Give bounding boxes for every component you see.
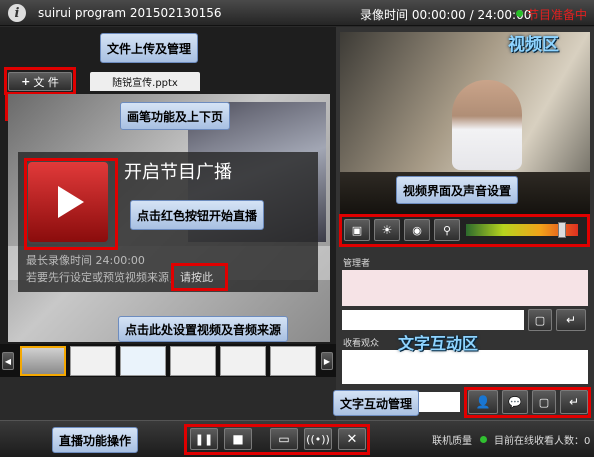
callout-text-manage: 文字互动管理 <box>333 390 420 416</box>
start-highlight <box>24 158 118 250</box>
callout-red-button: 点击红色按钮开始直播 <box>130 200 265 230</box>
info-icon[interactable]: i <box>8 4 26 22</box>
slide-thumbnail[interactable] <box>120 346 166 376</box>
triangle-left-icon: ◀ <box>4 356 12 366</box>
callout-text-manage-text: 文字互动管理 <box>340 396 413 411</box>
slide-thumbnail[interactable] <box>70 346 116 376</box>
callout-red-button-text: 点击红色按钮开始直播 <box>137 208 258 223</box>
slide-thumbnail[interactable] <box>20 346 66 376</box>
triangle-right-icon: ▶ <box>323 356 331 366</box>
callout-file-upload: 文件上传及管理 <box>100 33 199 63</box>
enter-icon: ↵ <box>565 313 577 327</box>
record-elapsed: 00:00:00 <box>411 8 466 22</box>
audience-message-box[interactable] <box>342 350 588 384</box>
max-record-text: 最长录像时间 24:00:00 <box>26 254 145 267</box>
callout-file-upload-text: 文件上传及管理 <box>107 41 192 56</box>
live-ops-highlight <box>184 424 370 455</box>
audience-label: 收看观众 <box>343 339 380 349</box>
record-total: 24:00:00 <box>477 8 532 22</box>
host-input[interactable] <box>342 310 524 330</box>
text-area-label: 文字互动区 <box>398 334 479 353</box>
video-person <box>452 80 522 170</box>
online-count: 目前在线收看人数：0 <box>494 436 591 447</box>
record-sep: / <box>469 8 474 22</box>
strip-left-button[interactable]: ◀ <box>2 352 14 370</box>
host-label: 管理者 <box>343 259 371 269</box>
title-bar: i suirui program 201502130156 录像时间 00:00… <box>0 0 594 26</box>
strip-right-button[interactable]: ▶ <box>321 352 333 370</box>
callout-pen-function-text: 画笔功能及上下页 <box>127 109 224 124</box>
host-send-button[interactable]: ↵ <box>556 309 586 331</box>
host-clear-button[interactable]: ▢ <box>528 309 552 331</box>
text-manage-highlight <box>464 387 591 418</box>
callout-live-ops: 直播功能操作 <box>52 427 139 453</box>
video-controls-highlight <box>339 214 590 247</box>
file-tab-label: 随锐宣传.pptx <box>112 78 178 89</box>
status-dot-icon <box>516 10 523 17</box>
press-here-highlight <box>171 263 228 291</box>
app-title: suirui program 201502130156 <box>38 6 222 20</box>
thumbnail-strip: ◀ ▶ <box>0 344 336 377</box>
link-quality-dot-icon <box>480 436 487 443</box>
preview-hint-text: 若要先行设定或预览视频来源， <box>26 271 180 284</box>
status-text: 节目准备中 <box>527 8 588 22</box>
slide-thumbnail[interactable] <box>170 346 216 376</box>
callout-video-settings-text: 视频界面及声音设置 <box>403 183 512 198</box>
square-icon: ▢ <box>534 313 546 327</box>
callout-set-source: 点击此处设置视频及音频来源 <box>118 316 289 342</box>
link-quality-label: 联机质量 <box>432 436 472 447</box>
record-time: 录像时间 00:00:00 / 24:00:00 <box>360 6 531 23</box>
record-label: 录像时间 <box>360 8 409 22</box>
video-area-label: 视频区 <box>508 35 559 55</box>
file-tab[interactable]: 随锐宣传.pptx <box>90 72 200 91</box>
file-highlight <box>4 67 76 95</box>
host-message-box[interactable] <box>342 270 588 306</box>
slide-thumbnail[interactable] <box>270 346 316 376</box>
callout-live-ops-text: 直播功能操作 <box>59 433 132 448</box>
broadcast-title: 开启节目广播 <box>124 162 232 183</box>
callout-video-settings: 视频界面及声音设置 <box>396 176 519 204</box>
callout-pen-function: 画笔功能及上下页 <box>120 102 231 130</box>
callout-set-source-text: 点击此处设置视频及音频来源 <box>125 322 282 337</box>
slide-thumbnail[interactable] <box>220 346 266 376</box>
